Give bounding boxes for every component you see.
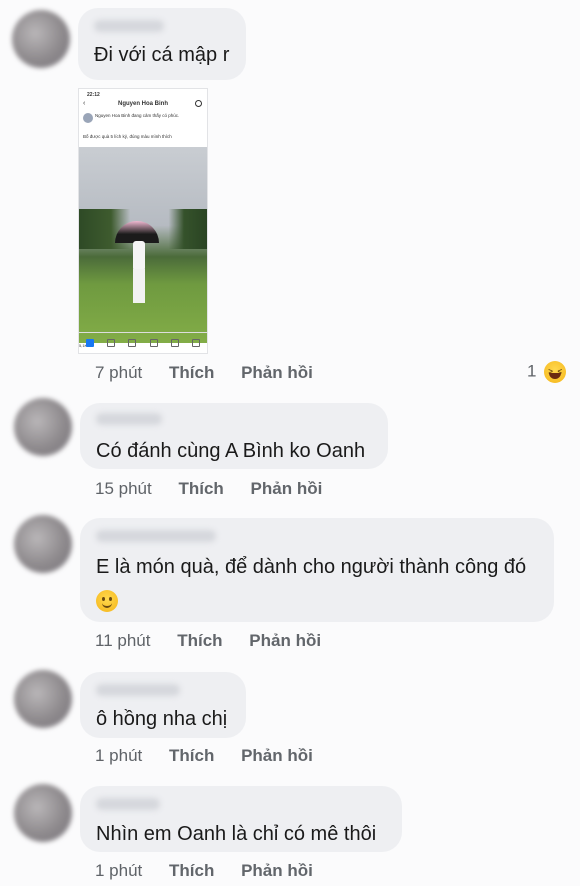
comment-time: 1 phút: [95, 861, 143, 880]
comment-actions: 7 phút Thích Phản hồi: [95, 363, 335, 383]
reply-button[interactable]: Phản hồi: [241, 363, 313, 382]
attached-screenshot-image[interactable]: 22:12 ‹ Nguyen Hoa Binh Nguyen Hoa Binh …: [78, 88, 208, 354]
post-caption: Bố được quà 5 lích kỷ, đúng màu mình thí…: [83, 134, 172, 139]
menu-icon: [192, 339, 201, 347]
comment-time: 11 phút: [95, 631, 151, 650]
comment-text: Có đánh cùng A Bình ko Oanh: [96, 440, 366, 462]
blurred-author-name[interactable]: [96, 684, 180, 696]
home-icon: [85, 339, 94, 347]
friends-icon: [106, 339, 115, 347]
person-body: [133, 241, 145, 271]
comment-time: 15 phút: [95, 479, 152, 498]
reply-button[interactable]: Phản hồi: [249, 631, 321, 650]
reaction-count: 1: [527, 361, 537, 381]
comment-actions: 11 phút Thích Phản hồi: [95, 631, 343, 651]
like-button[interactable]: Thích: [169, 746, 214, 765]
post-author-line: Nguyen Hoa Binh đang cảm thấy có phúc.: [95, 113, 180, 118]
blurred-author-name[interactable]: [96, 413, 162, 425]
like-button[interactable]: Thích: [178, 479, 223, 498]
avatar[interactable]: [12, 10, 70, 68]
smile-emoji-icon: [96, 590, 118, 612]
watch-icon: [128, 339, 137, 347]
comment-bubble: Nhìn em Oanh là chỉ có mê thôi: [80, 786, 402, 852]
reply-button[interactable]: Phản hồi: [241, 746, 313, 765]
comment-text: ô hồng nha chị: [96, 708, 228, 730]
blurred-author-name[interactable]: [96, 798, 160, 810]
comment-time: 7 phút: [95, 363, 143, 382]
comment-bubble: ô hồng nha chị: [80, 672, 246, 738]
blurred-author-name[interactable]: [94, 20, 164, 32]
comment-bubble: Đi với cá mập r: [78, 8, 246, 80]
groups-icon: [149, 339, 158, 347]
search-icon: [195, 100, 202, 107]
avatar[interactable]: [14, 515, 72, 573]
avatar[interactable]: [14, 398, 72, 456]
reply-button[interactable]: Phản hồi: [241, 861, 313, 880]
status-time: 22:12: [87, 92, 100, 98]
comment-text: Đi với cá mập r: [94, 44, 230, 66]
like-button[interactable]: Thích: [169, 363, 214, 382]
notifications-icon: [170, 339, 179, 347]
person-legs: [133, 269, 145, 303]
comment-text: E là món quà, để dành cho người thành cô…: [96, 556, 527, 578]
comment-text: Nhìn em Oanh là chỉ có mê thôi: [96, 823, 377, 845]
comment-bubble: E là món quà, để dành cho người thành cô…: [80, 518, 554, 622]
like-button[interactable]: Thích: [177, 631, 222, 650]
reaction-summary[interactable]: 1 > <: [527, 361, 567, 383]
profile-header: Nguyen Hoa Binh: [117, 101, 168, 107]
comment-actions: 1 phút Thích Phản hồi: [95, 746, 335, 766]
laughing-emoji-icon: > <: [544, 361, 567, 383]
comment-bubble: Có đánh cùng A Bình ko Oanh: [80, 403, 388, 469]
blurred-author-name[interactable]: [96, 530, 216, 542]
reply-button[interactable]: Phản hồi: [251, 479, 323, 498]
avatar[interactable]: [14, 784, 72, 842]
avatar[interactable]: [14, 670, 72, 728]
comment-actions: 15 phút Thích Phản hồi: [95, 479, 344, 499]
comment-actions: 1 phút Thích Phản hồi: [95, 861, 335, 881]
post-avatar: [83, 113, 93, 123]
comment-time: 1 phút: [95, 746, 143, 765]
like-button[interactable]: Thích: [169, 861, 214, 880]
tab-bar: [79, 332, 207, 353]
